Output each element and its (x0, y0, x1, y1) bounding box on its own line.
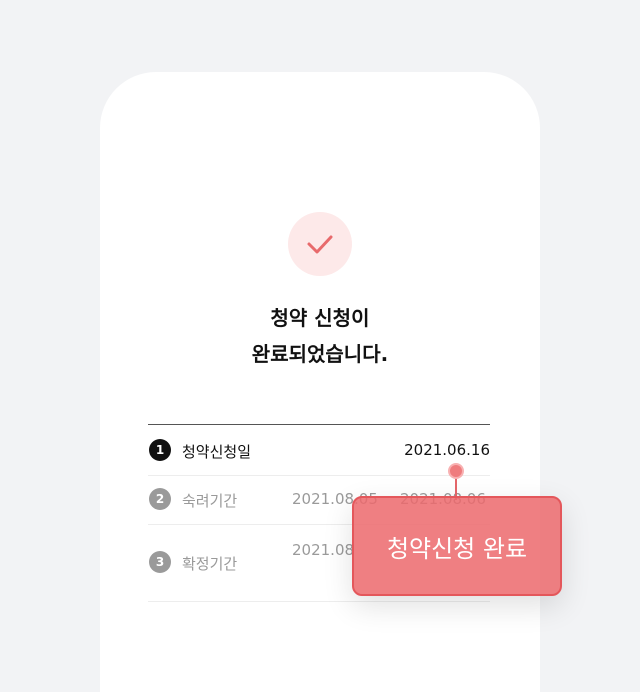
phone-screen: 청약 신청이 완료되었습니다. 1 청약신청일 2021.06.16 2 숙려기… (100, 72, 540, 692)
step-number-badge: 2 (149, 488, 171, 510)
check-icon (307, 235, 333, 254)
title-line-1: 청약 신청이 (270, 306, 370, 330)
title-line-2: 완료되었습니다. (251, 342, 389, 366)
callout-pin-dot (448, 463, 464, 479)
success-badge (288, 212, 352, 276)
table-row: 1 청약신청일 2021.06.16 (148, 425, 490, 476)
step-date-start: 2021.08 (292, 541, 355, 559)
step-date: 2021.06.16 (404, 441, 490, 459)
step-number-badge: 1 (149, 439, 171, 461)
step-label: 청약신청일 (182, 443, 252, 461)
page-title: 청약 신청이 완료되었습니다. (100, 300, 540, 372)
step-number-badge: 3 (149, 551, 171, 573)
step-label: 숙려기간 (182, 492, 238, 510)
step-label: 확정기간 (182, 555, 238, 573)
callout-box: 청약신청 완료 (352, 496, 562, 596)
